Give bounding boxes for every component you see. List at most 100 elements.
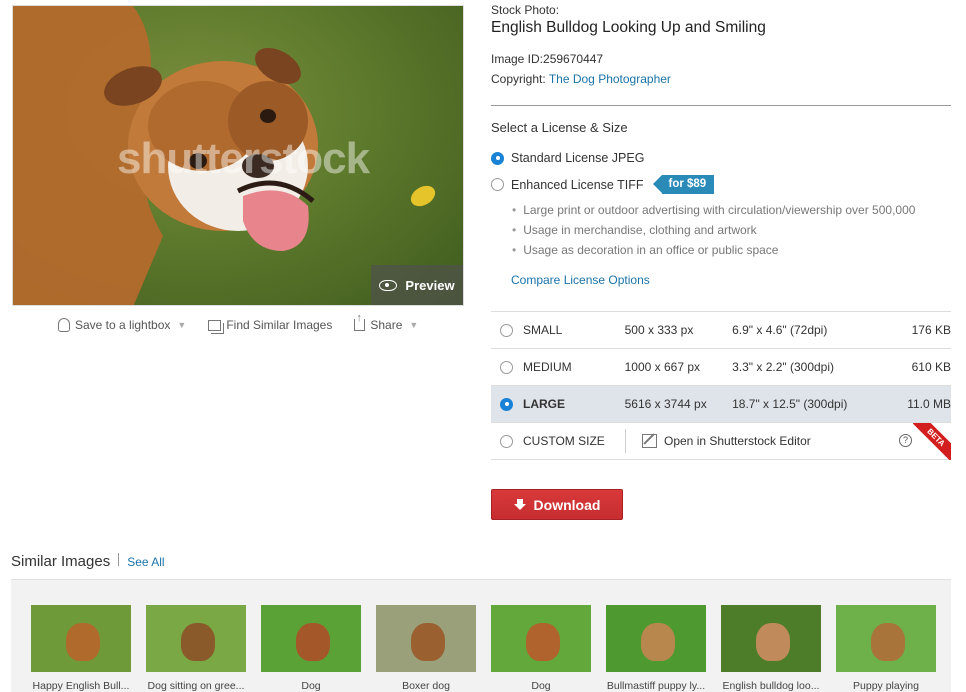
copyright-owner-link[interactable]: The Dog Photographer: [549, 72, 671, 86]
watermark: shutterstock: [117, 134, 370, 183]
size-dimensions: 18.7" x 12.5" (300dpi): [732, 397, 848, 411]
thumbnail-caption[interactable]: Bullmastiff puppy ly...: [606, 680, 706, 692]
dog-shape: [641, 623, 675, 661]
size-row-small[interactable]: SMALL 500 x 333 px 6.9" x 4.6" (72dpi) 1…: [491, 312, 951, 349]
divider: [491, 105, 951, 106]
save-to-lightbox-button[interactable]: Save to a lightbox ▼: [58, 318, 186, 332]
download-button[interactable]: Download: [491, 489, 623, 520]
radio-icon[interactable]: [500, 434, 513, 448]
radio-icon[interactable]: [500, 323, 513, 337]
size-pixels: 1000 x 667 px: [624, 360, 701, 374]
similar-images-header: Similar Images See All: [11, 553, 165, 570]
open-editor-link[interactable]: Open in Shutterstock Editor: [664, 434, 811, 448]
download-icon: [513, 498, 526, 511]
share-icon: [354, 312, 366, 331]
image-id: Image ID:259670447: [491, 52, 951, 66]
thumbnail-image[interactable]: [836, 605, 936, 672]
size-table: SMALL 500 x 333 px 6.9" x 4.6" (72dpi) 1…: [491, 311, 951, 460]
thumbnail-image[interactable]: [146, 605, 246, 672]
photo-actions: Save to a lightbox ▼ Find Similar Images…: [58, 312, 419, 332]
size-pixels: 5616 x 3744 px: [624, 397, 707, 411]
size-filesize: 176 KB: [911, 323, 951, 337]
license-standard-option[interactable]: Standard License JPEG: [491, 151, 644, 165]
similar-images-icon: [208, 319, 222, 331]
chevron-down-icon: ▼: [177, 320, 187, 330]
thumbnail-image[interactable]: [721, 605, 821, 672]
thumbnail-caption[interactable]: Puppy playing: [836, 680, 936, 692]
size-row-large[interactable]: LARGE 5616 x 3744 px 18.7" x 12.5" (300d…: [491, 386, 951, 423]
copyright: Copyright: The Dog Photographer: [491, 72, 951, 86]
dog-shape: [296, 623, 330, 661]
radio-icon[interactable]: [500, 360, 513, 374]
list-item: Large print or outdoor advertising with …: [512, 203, 915, 217]
lightbulb-icon: [58, 318, 70, 332]
size-dimensions: 3.3" x 2.2" (300dpi): [732, 360, 835, 374]
dog-shape: [526, 623, 560, 661]
size-row-medium[interactable]: MEDIUM 1000 x 667 px 3.3" x 2.2" (300dpi…: [491, 349, 951, 386]
dog-shape: [756, 623, 790, 661]
share-label: Share: [370, 318, 403, 332]
size-name: LARGE: [523, 397, 565, 411]
similar-image-thumb[interactable]: Dog: [261, 605, 361, 692]
image-info: Stock Photo: English Bulldog Looking Up …: [491, 3, 951, 86]
similar-image-thumb[interactable]: Dog sitting on gree...: [146, 605, 246, 692]
thumbnail-image[interactable]: [31, 605, 131, 672]
thumbnail-caption[interactable]: Dog: [491, 680, 591, 692]
similar-image-thumb[interactable]: Puppy playing: [836, 605, 936, 692]
thumbnail-image[interactable]: [261, 605, 361, 672]
share-button[interactable]: Share ▼: [354, 312, 419, 332]
preview-button[interactable]: Preview: [371, 265, 463, 305]
image-kind: Stock Photo:: [491, 3, 560, 17]
similar-image-thumb[interactable]: Dog: [491, 605, 591, 692]
beta-label: BETA: [913, 423, 951, 460]
size-name: MEDIUM: [523, 360, 572, 374]
thumbnail-caption[interactable]: Dog: [261, 680, 361, 692]
edit-icon: [642, 434, 657, 448]
similar-image-thumb[interactable]: English bulldog loo...: [721, 605, 821, 692]
size-name: CUSTOM SIZE: [523, 434, 605, 448]
thumbnail-caption[interactable]: Dog sitting on gree...: [146, 680, 246, 692]
license-standard-label: Standard License JPEG: [511, 151, 645, 165]
enhanced-license-benefits: Large print or outdoor advertising with …: [512, 203, 915, 263]
dog-shape: [181, 623, 215, 661]
list-item: Usage as decoration in an office or publ…: [512, 243, 915, 257]
find-similar-button[interactable]: Find Similar Images: [208, 318, 332, 332]
radio-selected-icon[interactable]: [500, 397, 513, 411]
similar-image-thumb[interactable]: Boxer dog: [376, 605, 476, 692]
thumbnail-caption[interactable]: Boxer dog: [376, 680, 476, 692]
thumbnail-caption[interactable]: English bulldog loo...: [721, 680, 821, 692]
similar-image-thumb[interactable]: Bullmastiff puppy ly...: [606, 605, 706, 692]
license-heading: Select a License & Size: [491, 120, 628, 135]
thumbnail-image[interactable]: [606, 605, 706, 672]
eye-icon: [379, 279, 398, 291]
preview-label: Preview: [405, 277, 455, 293]
similar-images-title: Similar Images: [11, 553, 111, 570]
license-enhanced-label: Enhanced License TIFF: [511, 177, 644, 192]
thumbnail-caption[interactable]: Happy English Bull...: [31, 680, 131, 692]
compare-license-link[interactable]: Compare License Options: [511, 273, 650, 287]
see-all-link[interactable]: See All: [127, 555, 164, 569]
help-icon[interactable]: ?: [899, 434, 912, 447]
size-filesize: 11.0 MB: [907, 397, 951, 411]
license-enhanced-option[interactable]: Enhanced License TIFF for $89: [491, 175, 715, 194]
size-row-custom[interactable]: CUSTOM SIZE Open in Shutterstock Editor …: [491, 423, 951, 460]
similar-image-thumb[interactable]: Happy English Bull...: [31, 605, 131, 692]
similar-images-strip: Happy English Bull... Dog sitting on gree…: [11, 579, 951, 692]
save-to-lightbox-label: Save to a lightbox: [75, 318, 171, 332]
main-photo[interactable]: shutterstock Preview: [12, 5, 464, 306]
chevron-down-icon: ▼: [409, 320, 419, 330]
beta-ribbon: BETA: [913, 423, 951, 460]
size-name: SMALL: [523, 323, 563, 337]
size-pixels: 500 x 333 px: [624, 323, 694, 337]
thumbnail-image[interactable]: [376, 605, 476, 672]
radio-icon[interactable]: [491, 178, 504, 191]
radio-selected-icon[interactable]: [491, 151, 504, 165]
image-id-label: Image ID:: [491, 52, 544, 66]
thumbnail-image[interactable]: [491, 605, 591, 672]
image-id-value: 259670447: [543, 52, 604, 66]
dog-shape: [871, 623, 905, 661]
copyright-label: Copyright:: [491, 72, 546, 86]
size-filesize: 610 KB: [911, 360, 951, 374]
divider: [118, 553, 120, 566]
download-label: Download: [533, 496, 601, 513]
